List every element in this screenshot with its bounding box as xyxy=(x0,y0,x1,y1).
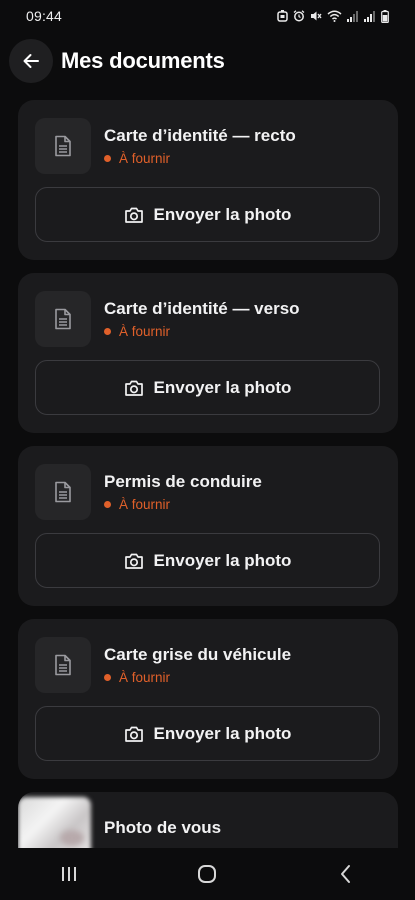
document-title: Carte grise du véhicule xyxy=(104,645,292,664)
document-icon xyxy=(55,308,71,330)
send-photo-button[interactable]: Envoyer la photo xyxy=(35,706,380,761)
recent-apps-icon xyxy=(62,867,77,881)
document-title: Photo de vous xyxy=(104,818,222,837)
send-photo-button[interactable]: Envoyer la photo xyxy=(35,533,380,588)
status-text: À fournir xyxy=(119,497,171,512)
document-card: Carte grise du véhicule À fournir Envoye… xyxy=(18,619,398,779)
arrow-left-icon xyxy=(23,54,39,68)
document-thumbnail xyxy=(35,291,91,347)
camera-icon xyxy=(124,553,143,569)
document-thumbnail xyxy=(35,118,91,174)
camera-icon xyxy=(124,726,143,742)
document-title: Carte d’identité — recto xyxy=(104,126,296,145)
back-chevron-icon xyxy=(340,865,350,883)
status-dot xyxy=(104,501,111,508)
home-icon xyxy=(198,865,217,883)
send-photo-label: Envoyer la photo xyxy=(153,550,292,570)
alarm-icon xyxy=(293,10,305,22)
recent-apps-button[interactable] xyxy=(39,854,99,894)
status-badge: À fournir xyxy=(104,497,170,512)
system-back-button[interactable] xyxy=(316,854,376,894)
status-icons xyxy=(277,9,389,23)
document-icon xyxy=(55,481,71,503)
send-photo-label: Envoyer la photo xyxy=(153,204,292,224)
status-bar: 09:44 xyxy=(0,0,415,32)
send-photo-label: Envoyer la photo xyxy=(153,723,292,743)
signal-icon xyxy=(347,11,358,22)
document-title: Carte d’identité — verso xyxy=(104,299,300,318)
navigation-bar xyxy=(0,848,415,900)
signal-icon-2 xyxy=(364,11,375,22)
camera-icon xyxy=(124,207,143,223)
camera-icon xyxy=(124,380,143,396)
back-button[interactable] xyxy=(9,39,53,83)
battery-icon xyxy=(381,9,389,23)
status-text: À fournir xyxy=(119,324,171,339)
status-badge: À fournir xyxy=(104,324,170,339)
document-title: Permis de conduire xyxy=(104,472,262,491)
status-badge: À fournir xyxy=(104,670,170,685)
mute-icon xyxy=(311,11,322,21)
send-photo-label: Envoyer la photo xyxy=(153,377,292,397)
document-list: Carte d’identité — recto À fournir Envoy… xyxy=(18,100,398,872)
battery-saver-icon xyxy=(277,10,288,22)
document-card: Permis de conduire À fournir Envoyer la … xyxy=(18,446,398,606)
status-time: 09:44 xyxy=(26,8,63,24)
status-badge: À fournir xyxy=(104,151,170,166)
photo-thumbnail-detail xyxy=(60,830,84,846)
status-dot xyxy=(104,155,111,162)
page-title: Mes documents xyxy=(61,48,225,73)
document-thumbnail xyxy=(35,464,91,520)
send-photo-button[interactable]: Envoyer la photo xyxy=(35,360,380,415)
header: Mes documents xyxy=(9,39,225,83)
document-card: Carte d’identité — verso À fournir Envoy… xyxy=(18,273,398,433)
wifi-icon xyxy=(327,10,342,22)
status-text: À fournir xyxy=(119,151,171,166)
document-icon xyxy=(55,654,71,676)
send-photo-button[interactable]: Envoyer la photo xyxy=(35,187,380,242)
home-button[interactable] xyxy=(177,854,237,894)
status-text: À fournir xyxy=(119,670,171,685)
status-dot xyxy=(104,674,111,681)
document-card: Carte d’identité — recto À fournir Envoy… xyxy=(18,100,398,260)
status-dot xyxy=(104,328,111,335)
document-icon xyxy=(55,135,71,157)
document-thumbnail xyxy=(35,637,91,693)
